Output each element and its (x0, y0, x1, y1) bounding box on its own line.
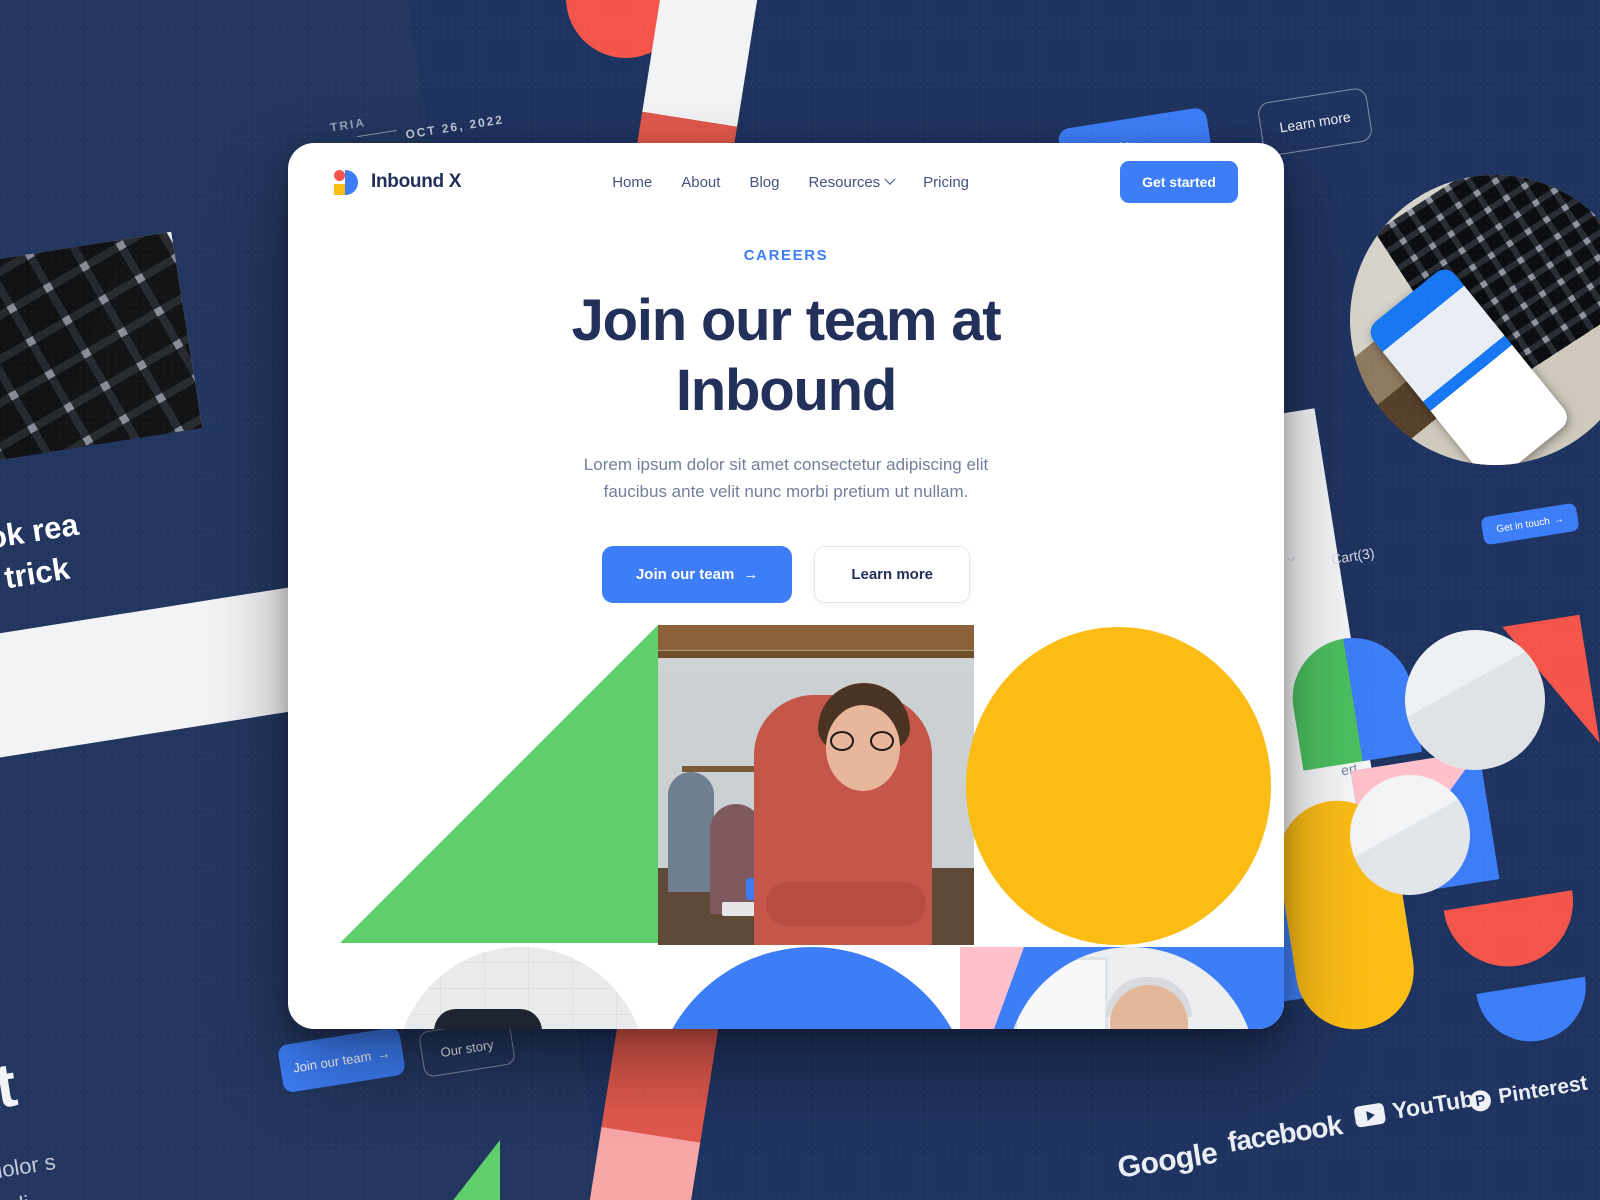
page-title: Join our team at Inbound (288, 286, 1284, 425)
arrow-right-icon: → (375, 1044, 391, 1062)
nav-item-resources[interactable]: Resources (808, 173, 896, 191)
bg-bl-sub-line1: Lorem ipsum dolor s (0, 1148, 58, 1200)
collage-green-triangle (340, 625, 658, 943)
chevron-down-icon: ⌵ (1285, 551, 1296, 565)
nav-item-about[interactable]: About (681, 174, 720, 191)
decor-green-triangle-bottom (430, 1140, 500, 1200)
decor-blue-half-circle (1476, 976, 1594, 1050)
bg-social-pinterest: P Pinterest (1468, 1072, 1589, 1114)
bg-bl-sub-line2: ante veli (0, 1191, 31, 1200)
chevron-down-icon (884, 173, 896, 185)
navbar: Inbound X Home About Blog Resources Pric… (288, 143, 1284, 221)
youtube-icon (1353, 1102, 1387, 1128)
hero-section: CAREERS Join our team at Inbound Lorem i… (288, 221, 1284, 603)
hero-subtitle-line1: Lorem ipsum dolor sit amet consectetur a… (583, 455, 989, 475)
hero-eyebrow: CAREERS (743, 247, 829, 264)
bg-social-pinterest-label: Pinterest (1496, 1071, 1590, 1109)
screenshot-stage: Resources OCT 28, 2022 increase your Fac… (0, 0, 1600, 1200)
decor-red-half-circle (1443, 890, 1583, 976)
inbound-x-logo-icon (334, 169, 360, 196)
bg-bl-join-label: Join our team (292, 1047, 373, 1076)
bg-cart-link[interactable]: Cart(3) (1330, 545, 1376, 568)
join-our-team-label: Join our team (635, 565, 735, 583)
arrow-right-icon: → (743, 565, 759, 583)
nav-item-home-label: Home (612, 173, 653, 191)
hero-image-collage (288, 621, 1284, 1029)
primary-navigation: Home About Blog Resources Pricing (461, 174, 1120, 191)
brand-logo[interactable]: Inbound X (334, 169, 461, 196)
collage-yellow-circle (966, 627, 1271, 945)
bg-social-google: Google (1115, 1137, 1219, 1186)
nav-item-blog[interactable]: Blog (749, 174, 779, 191)
collage-blue-half-circle (652, 947, 972, 1029)
nav-item-resources-label: Resources (808, 173, 881, 191)
arrow-right-icon: → (1552, 513, 1565, 526)
collage-photo-woman-portrait (658, 625, 974, 945)
page-title-line2: Inbound (675, 357, 897, 423)
bg-bl-title-line2: great (0, 1050, 21, 1142)
decor-bar-red-pink-bottom (580, 1003, 720, 1200)
nav-item-blog-label: Blog (749, 173, 780, 191)
nav-item-about-label: About (681, 173, 721, 191)
careers-page-card: Inbound X Home About Blog Resources Pric… (288, 143, 1284, 1029)
nav-item-pricing[interactable]: Pricing (923, 174, 969, 191)
nav-item-home[interactable]: Home (612, 174, 652, 191)
collage-photo-woman-desk (396, 947, 646, 1029)
collage-bottom-row (288, 947, 1284, 1029)
join-our-team-button[interactable]: Join our team → (601, 545, 793, 603)
page-title-line1: Join our team at (571, 288, 1002, 353)
nav-item-pricing-label: Pricing (923, 173, 970, 191)
bg-photo-laptop-phone (1329, 154, 1600, 486)
bg-social-google-label: Google (1115, 1136, 1220, 1185)
bg-bl-our-story-label: Our story (439, 1036, 495, 1060)
pinterest-icon: P (1468, 1088, 1493, 1113)
hero-subtitle-line2: faucibus ante velit nunc morbi pretium u… (603, 482, 969, 502)
learn-more-button[interactable]: Learn more (814, 545, 971, 603)
bg-tr-learn-more-label: Learn more (1278, 108, 1352, 136)
bg-get-in-touch-label: Get in touch (1495, 515, 1551, 535)
bg-social-facebook: facebook (1225, 1109, 1344, 1159)
hero-subtitle: Lorem ipsum dolor sit amet consectetur a… (551, 451, 1021, 505)
bg-social-facebook-label: facebook (1225, 1109, 1344, 1158)
bg-get-in-touch-button[interactable]: Get in touch → (1480, 502, 1580, 546)
hero-cta-group: Join our team → Learn more (288, 545, 1284, 603)
brand-name: Inbound X (371, 171, 462, 192)
get-started-button[interactable]: Get started (1120, 161, 1238, 203)
